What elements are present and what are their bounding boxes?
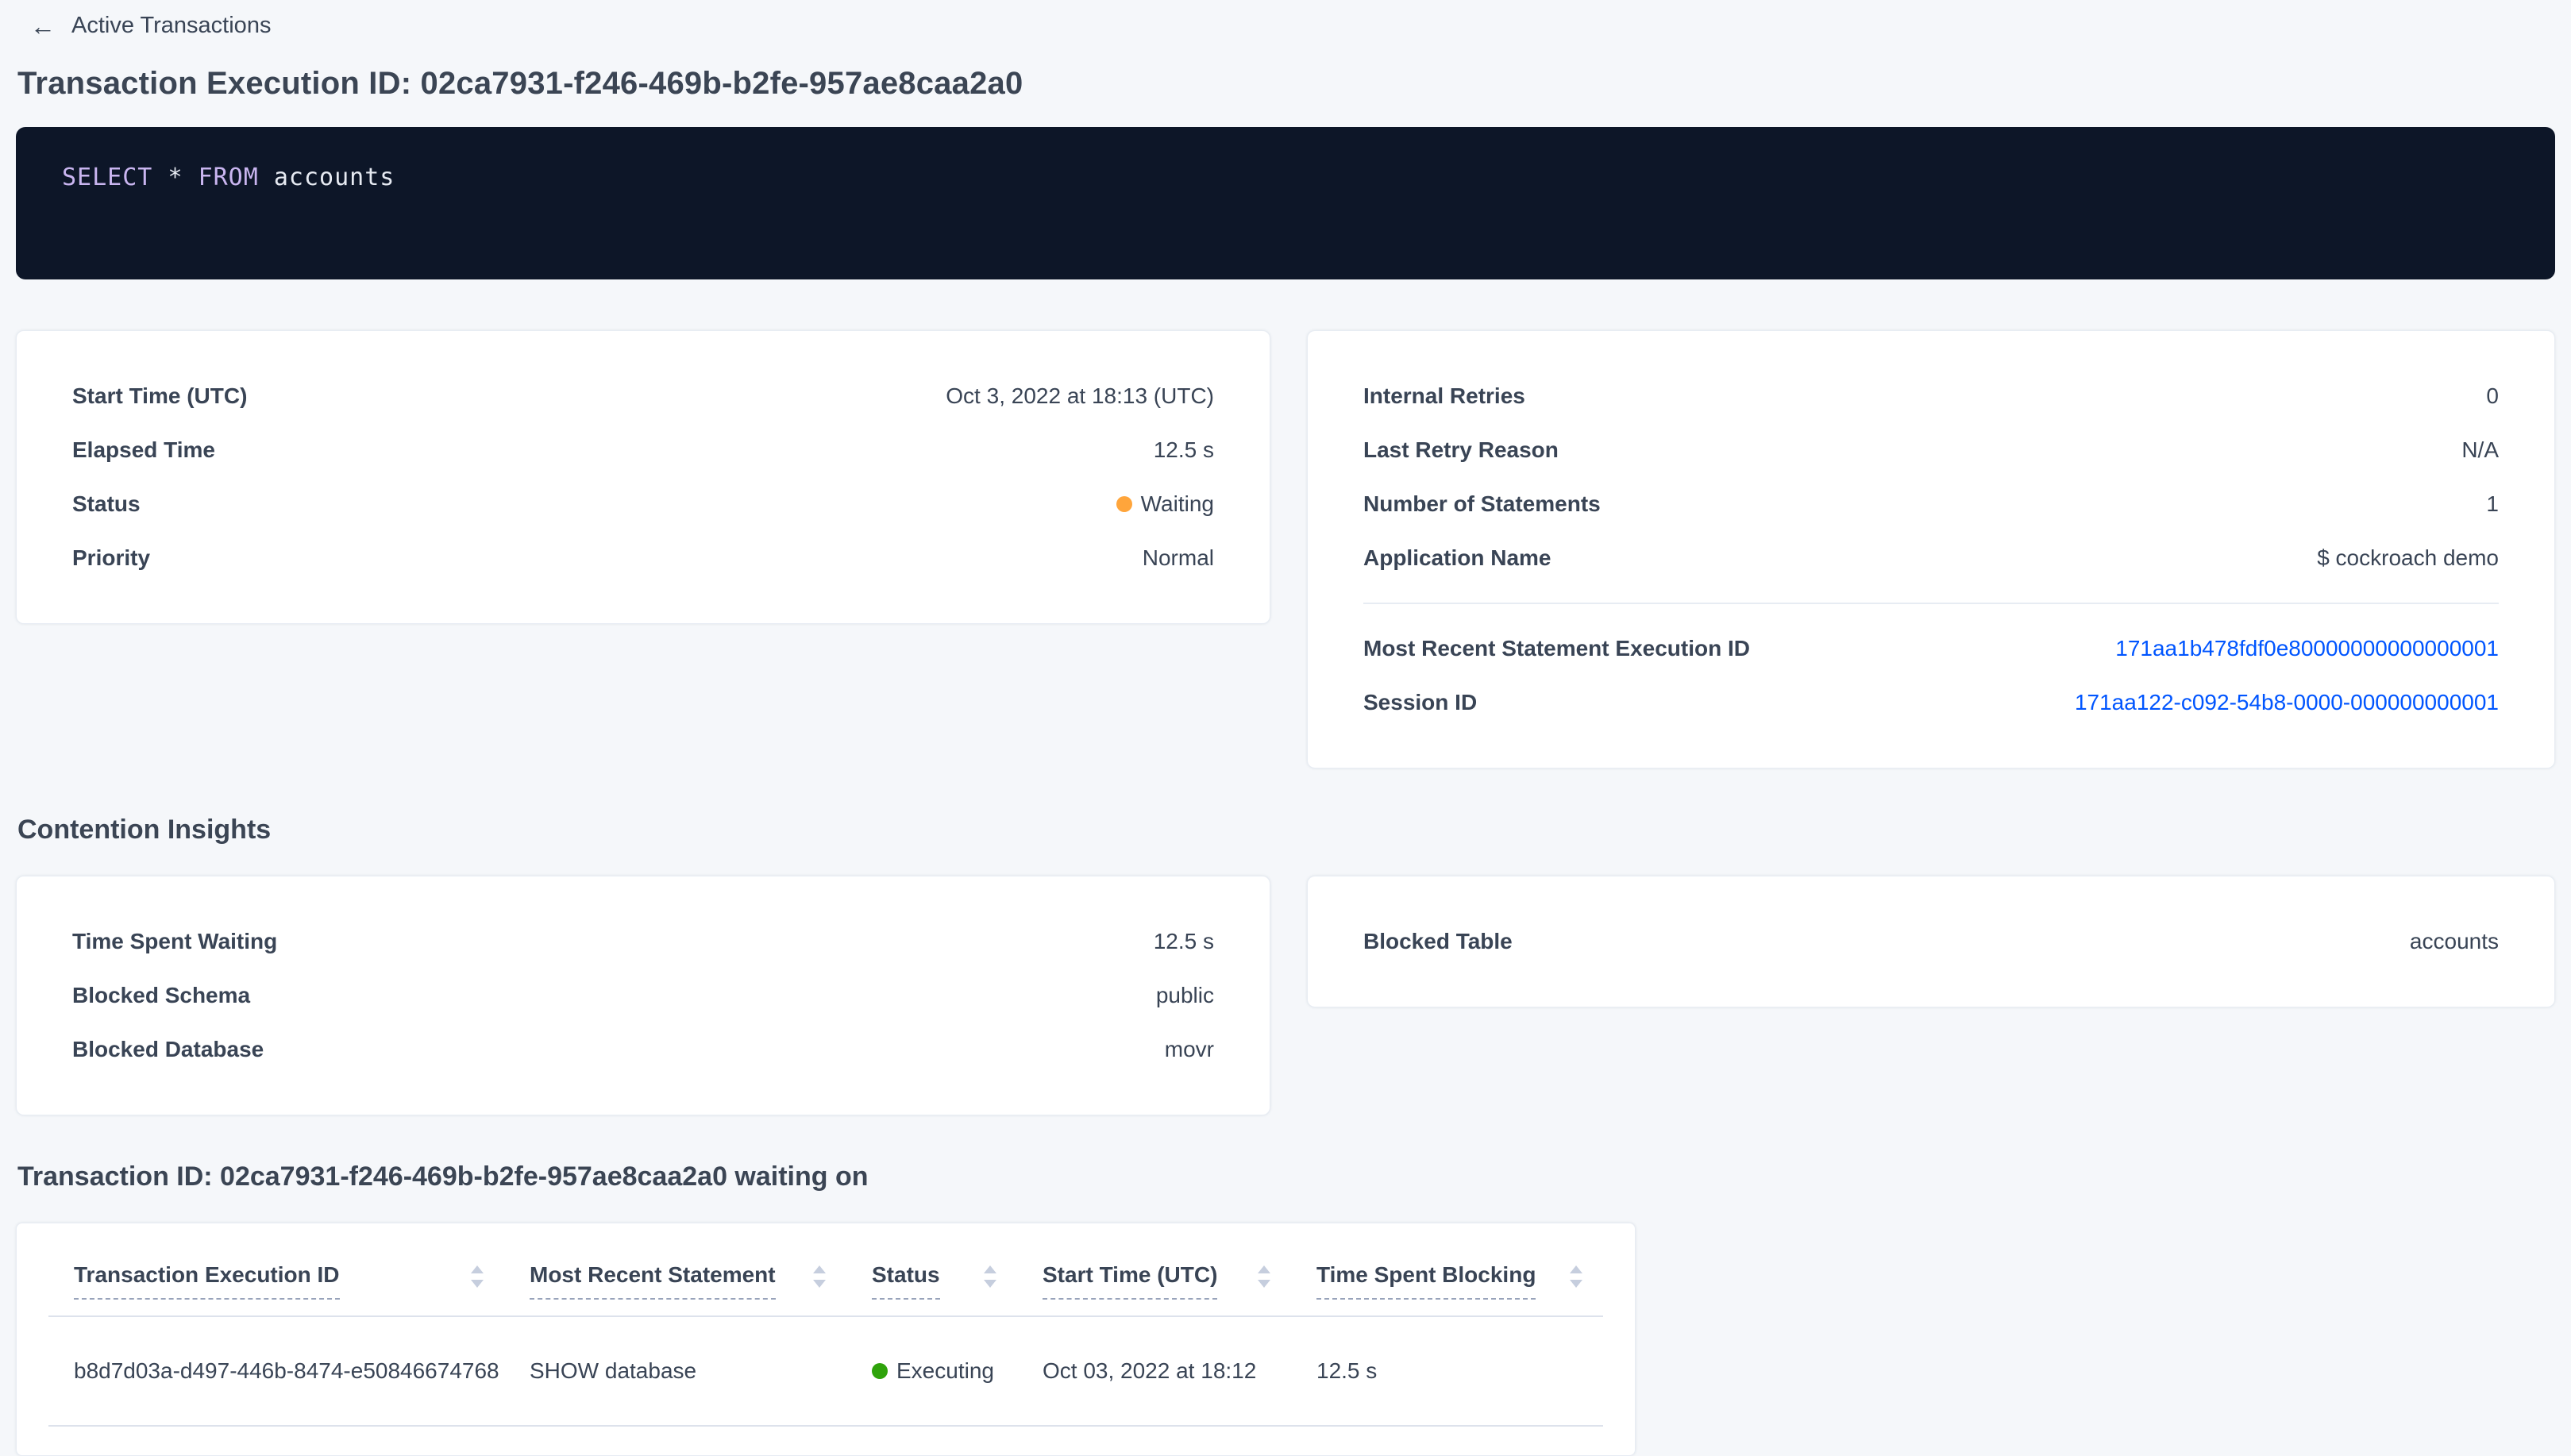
kv-value: 1 — [2486, 491, 2499, 517]
transaction-meta-card: Internal Retries 0 Last Retry Reason N/A… — [1307, 330, 2555, 768]
kv-label: Number of Statements — [1363, 491, 1601, 517]
cell-transaction-execution-id: b8d7d03a-d497-446b-8474-e50846674768 — [48, 1317, 504, 1425]
column-header-label: Time Spent Blocking — [1316, 1261, 1536, 1300]
status-text: Waiting — [1141, 491, 1214, 517]
kv-value: public — [1156, 983, 1214, 1008]
column-header-label: Start Time (UTC) — [1043, 1261, 1217, 1300]
column-header-start-time[interactable]: Start Time (UTC) — [1017, 1257, 1291, 1315]
sort-arrows-icon[interactable] — [811, 1263, 827, 1290]
column-header-most-recent-statement[interactable]: Most Recent Statement — [504, 1257, 846, 1315]
sql-text — [259, 164, 274, 191]
column-header-label: Transaction Execution ID — [74, 1261, 340, 1300]
kv-label: Elapsed Time — [72, 437, 215, 463]
kv-row-application-name: Application Name $ cockroach demo — [1363, 531, 2499, 585]
sql-operator: * — [168, 164, 183, 191]
sql-statement-box: SELECT * FROM accounts — [16, 127, 2555, 279]
column-header-transaction-execution-id[interactable]: Transaction Execution ID — [48, 1257, 504, 1315]
blocked-table-card: Blocked Table accounts — [1307, 876, 2555, 1007]
sql-text — [152, 164, 168, 191]
sort-arrows-icon[interactable] — [469, 1263, 485, 1290]
status-waiting-dot-icon — [1116, 496, 1132, 512]
kv-row-start-time: Start Time (UTC) Oct 3, 2022 at 18:13 (U… — [72, 369, 1214, 423]
status-text: Executing — [896, 1358, 994, 1384]
session-id-link[interactable]: 171aa122-c092-54b8-0000-000000000001 — [2075, 690, 2499, 715]
transaction-details-page: ← Active Transactions Transaction Execut… — [0, 0, 2571, 1456]
waiting-on-table-header: Transaction Execution ID Most Recent Sta… — [48, 1257, 1603, 1317]
sql-text — [183, 164, 199, 191]
kv-row-blocked-database: Blocked Database movr — [72, 1023, 1214, 1077]
kv-row-internal-retries: Internal Retries 0 — [1363, 369, 2499, 423]
kv-label: Last Retry Reason — [1363, 437, 1559, 463]
sort-arrows-icon[interactable] — [1568, 1263, 1584, 1290]
contention-insights-heading: Contention Insights — [17, 815, 2555, 845]
waiting-on-heading: Transaction ID: 02ca7931-f246-469b-b2fe-… — [17, 1161, 2555, 1192]
kv-label: Internal Retries — [1363, 383, 1525, 409]
kv-label: Application Name — [1363, 545, 1551, 571]
sort-arrows-icon[interactable] — [982, 1263, 998, 1290]
kv-value: Normal — [1143, 545, 1214, 571]
page-title: Transaction Execution ID: 02ca7931-f246-… — [17, 66, 2555, 102]
status-executing-dot-icon — [872, 1363, 888, 1379]
kv-label: Blocked Table — [1363, 929, 1513, 954]
kv-value: accounts — [2410, 929, 2499, 954]
cell-status: Executing — [846, 1317, 1017, 1425]
breadcrumb-label: Active Transactions — [71, 13, 271, 39]
kv-label: Blocked Database — [72, 1037, 264, 1062]
kv-label: Priority — [72, 545, 150, 571]
column-header-label: Most Recent Statement — [530, 1261, 776, 1300]
back-link-active-transactions[interactable]: ← Active Transactions — [16, 0, 271, 39]
kv-row-elapsed-time: Elapsed Time 12.5 s — [72, 423, 1214, 477]
cell-most-recent-statement: SHOW database — [504, 1317, 846, 1425]
status-badge: Executing — [872, 1358, 994, 1384]
status-badge: Waiting — [1116, 491, 1214, 517]
kv-row-priority: Priority Normal — [72, 531, 1214, 585]
kv-value: 12.5 s — [1154, 437, 1214, 463]
kv-value: 12.5 s — [1154, 929, 1214, 954]
column-header-time-spent-blocking[interactable]: Time Spent Blocking — [1291, 1257, 1603, 1315]
kv-value: movr — [1165, 1037, 1214, 1062]
kv-row-status: Status Waiting — [72, 477, 1214, 531]
kv-label: Blocked Schema — [72, 983, 250, 1008]
kv-row-last-retry-reason: Last Retry Reason N/A — [1363, 423, 2499, 477]
statement-execution-id-link[interactable]: 171aa1b478fdf0e80000000000000001 — [2115, 636, 2499, 661]
arrow-left-icon: ← — [30, 13, 56, 39]
sort-arrows-icon[interactable] — [1256, 1263, 1272, 1290]
kv-row-statement-execution-id: Most Recent Statement Execution ID 171aa… — [1363, 622, 2499, 676]
card-divider — [1363, 603, 2499, 604]
contention-cards-row: Time Spent Waiting 12.5 s Blocked Schema… — [16, 876, 2555, 1115]
kv-value: 0 — [2486, 383, 2499, 409]
kv-row-session-id: Session ID 171aa122-c092-54b8-0000-00000… — [1363, 676, 2499, 730]
kv-row-number-of-statements: Number of Statements 1 — [1363, 477, 2499, 531]
kv-row-time-spent-waiting: Time Spent Waiting 12.5 s — [72, 915, 1214, 969]
kv-row-blocked-schema: Blocked Schema public — [72, 969, 1214, 1023]
kv-label: Most Recent Statement Execution ID — [1363, 636, 1750, 661]
waiting-on-table-card: Transaction Execution ID Most Recent Sta… — [16, 1223, 1636, 1456]
kv-row-blocked-table: Blocked Table accounts — [1363, 915, 2499, 969]
transaction-summary-card: Start Time (UTC) Oct 3, 2022 at 18:13 (U… — [16, 330, 1270, 624]
cell-time-spent-blocking: 12.5 s — [1291, 1317, 1603, 1425]
sql-keyword: SELECT — [62, 164, 152, 191]
kv-label: Time Spent Waiting — [72, 929, 277, 954]
sql-table-name: accounts — [274, 164, 395, 191]
contention-details-card: Time Spent Waiting 12.5 s Blocked Schema… — [16, 876, 1270, 1115]
kv-value: Oct 3, 2022 at 18:13 (UTC) — [946, 383, 1214, 409]
kv-label: Status — [72, 491, 141, 517]
kv-value: $ cockroach demo — [2317, 545, 2499, 571]
table-row: b8d7d03a-d497-446b-8474-e50846674768 SHO… — [48, 1317, 1603, 1427]
kv-label: Start Time (UTC) — [72, 383, 247, 409]
kv-value: N/A — [2461, 437, 2499, 463]
column-header-label: Status — [872, 1261, 940, 1300]
kv-label: Session ID — [1363, 690, 1477, 715]
cell-start-time: Oct 03, 2022 at 18:12 — [1017, 1317, 1291, 1425]
column-header-status[interactable]: Status — [846, 1257, 1017, 1315]
sql-keyword: FROM — [199, 164, 259, 191]
summary-cards-row: Start Time (UTC) Oct 3, 2022 at 18:13 (U… — [16, 330, 2555, 768]
